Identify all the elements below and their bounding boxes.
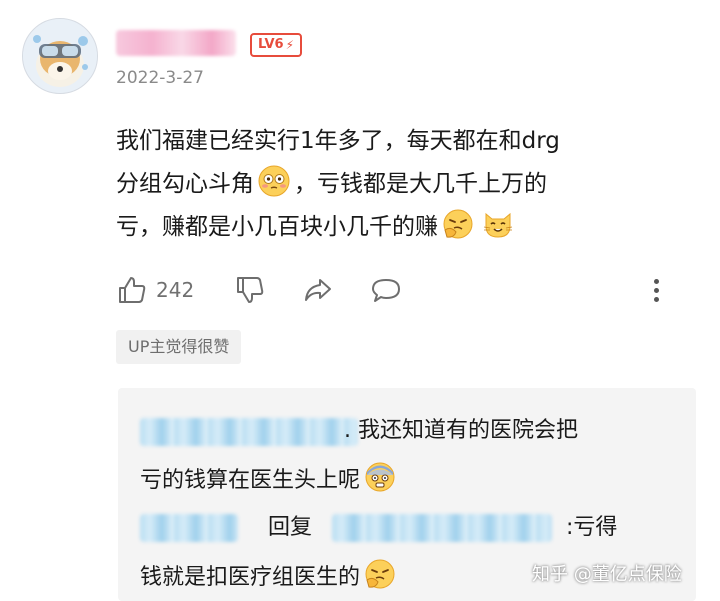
reply-2-user-blurred[interactable] <box>140 514 238 542</box>
comment-line-3-text: 亏，赚都是小几百块小几千的赚 <box>116 214 438 240</box>
level-badge: LV6 ⚡ <box>250 33 303 57</box>
comment-line-1: 我们福建已经实行1年多了，每天都在和drg <box>116 128 560 154</box>
comment-body: 我们福建已经实行1年多了，每天都在和drg 分组勾心斗角 ，亏钱都是大几千上万的… <box>116 120 706 249</box>
thinking-emoji-icon <box>364 558 396 590</box>
more-icon[interactable] <box>650 276 662 306</box>
reply-2-target-blurred[interactable] <box>332 514 552 542</box>
comment-icon <box>372 279 400 302</box>
reply-word: 回复 <box>268 515 313 540</box>
reply-2-line-1-tail: :亏得 <box>566 515 618 540</box>
comment-line-2b: ，亏钱都是大几千上万的 <box>294 171 547 197</box>
up-liked-tag: UP主觉得很赞 <box>116 330 242 364</box>
share-button[interactable] <box>302 274 334 306</box>
like-count: 242 <box>156 278 195 302</box>
thumbs-up-icon <box>119 277 146 303</box>
comment-date: 2022-3-27 <box>116 68 204 88</box>
cat-emoji-icon <box>482 208 514 240</box>
action-bar: 242 <box>116 274 676 310</box>
reply-1-line-2-text: 亏的钱算在医生头上呢 <box>140 468 361 493</box>
reply-2-line-2: 钱就是扣医疗组医生的 <box>140 558 400 593</box>
reply-user-blurred[interactable] <box>140 418 358 446</box>
flushed-emoji-icon <box>258 165 290 197</box>
comment-line-3: 亏，赚都是小几百块小几千的赚 <box>116 206 706 249</box>
like-button[interactable]: 242 <box>116 274 194 306</box>
username-blurred[interactable] <box>116 30 236 56</box>
comment-line-2: 分组勾心斗角 ，亏钱都是大几千上万的 <box>116 163 706 206</box>
level-bolt-icon: ⚡ <box>285 38 295 52</box>
comment-line-2a: 分组勾心斗角 <box>116 171 254 197</box>
reply-2-line-2-text: 钱就是扣医疗组医生的 <box>140 565 361 590</box>
level-text: LV6 <box>258 37 284 52</box>
share-icon <box>305 279 331 301</box>
dislike-button[interactable] <box>234 274 266 306</box>
comment-button[interactable] <box>370 274 402 306</box>
thinking-emoji-icon <box>442 208 474 240</box>
avatar[interactable] <box>22 18 98 94</box>
reply-1-line-2: 亏的钱算在医生头上呢 <box>140 461 400 496</box>
watermark: 知乎 @董亿点保险 <box>532 564 682 585</box>
thumbs-down-icon <box>237 277 264 303</box>
reply-1-line-1: . 我还知道有的医院会把 <box>344 418 578 443</box>
scared-emoji-icon <box>364 461 396 493</box>
